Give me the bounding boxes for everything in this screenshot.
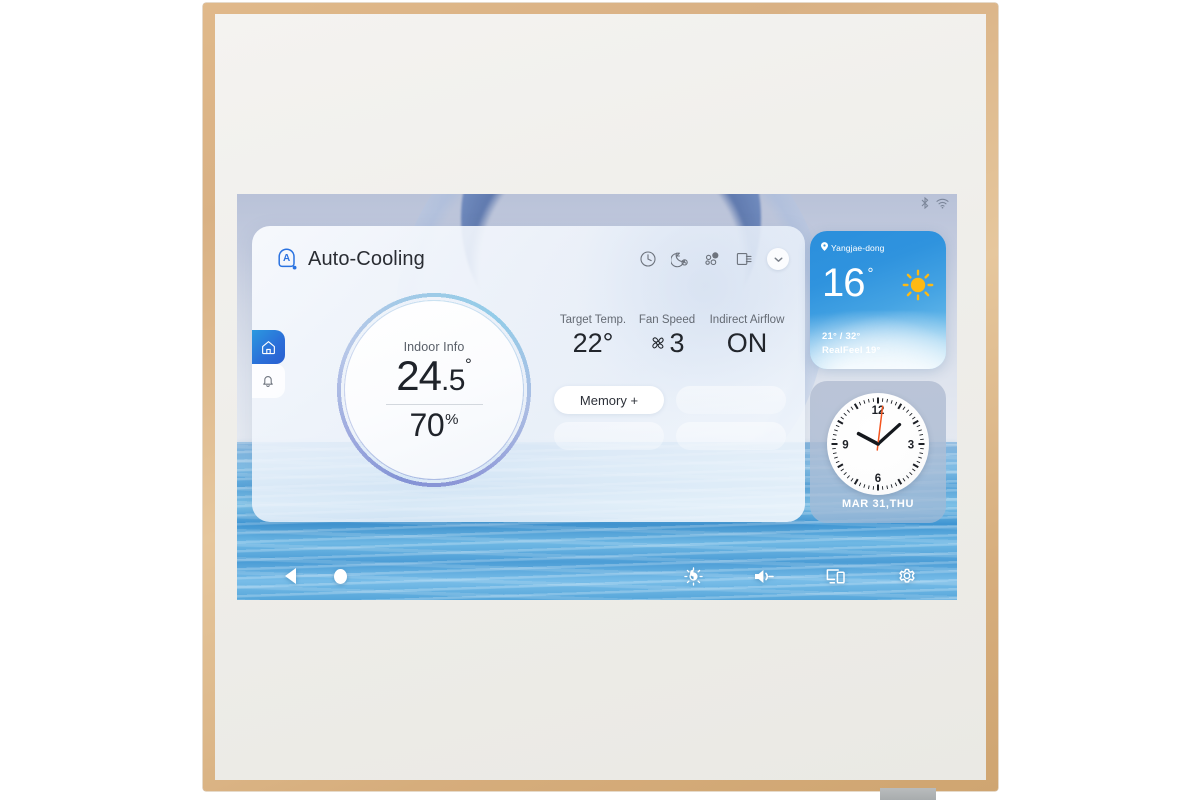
back-triangle-icon[interactable] [285,568,296,584]
control-value-target-temp[interactable]: 22° [554,328,632,360]
indoor-temp-unit: ° [464,354,472,374]
control-label-fan-speed: Fan Speed [638,314,696,326]
indoor-temperature: 24 .5 ° [396,351,472,399]
header-actions [639,248,789,270]
preset-slot-2[interactable] [676,386,786,414]
climate-control-card: A Auto-Cooling Indoor Info 24 .5 ° 70 % … [252,226,805,522]
memory-add-label: Memory + [579,392,639,408]
control-label-target-temp: Target Temp. [559,314,627,326]
weather-location-label: Yangjae-dong [831,242,885,253]
clock-face: 12 3 6 9 [827,393,929,495]
home-dot-icon[interactable] [334,568,347,584]
indoor-temp-integer: 24 [396,351,442,399]
control-values-row: 22° 3 ON [554,328,792,360]
wifi-icon [936,198,949,209]
chevron-down-icon[interactable] [767,248,789,270]
clock-minute-hand [876,422,902,446]
device-screen: A Auto-Cooling Indoor Info 24 .5 ° 70 % … [237,194,957,600]
device-stand [880,788,936,800]
indoor-humidity-unit: % [445,410,459,428]
bell-icon [260,373,276,389]
dial-face: Indoor Info 24 .5 ° 70 % [345,301,523,479]
screenshot-stage: A Auto-Cooling Indoor Info 24 .5 ° 70 % … [0,0,1200,800]
clock-center-pin [876,442,880,446]
indoor-temp-decimal: .5 [440,363,466,397]
moon-sleep-icon[interactable] [671,250,689,268]
clock-icon[interactable] [639,250,657,268]
fan-icon [649,328,667,360]
control-readouts: Target Temp. Fan Speed Indirect Airflow … [554,314,792,360]
volume-icon[interactable] [753,567,775,586]
control-value-fan-speed[interactable]: 3 [632,328,702,360]
sidebar-item-home[interactable] [252,330,285,364]
weather-widget[interactable]: Yangjae-dong 16 ° 21° / 32° RealFeel 19° [810,231,946,369]
indoor-humidity: 70 % [410,409,459,441]
settings-bubbles-icon[interactable] [703,250,721,268]
indoor-info-dial[interactable]: Indoor Info 24 .5 ° 70 % [328,284,540,496]
status-bar [921,197,949,209]
weather-realfeel: RealFeel 19° [822,345,881,356]
auto-mode-icon: A [276,247,298,271]
map-pin-icon [821,242,828,253]
sidebar-item-notifications[interactable] [252,364,285,398]
indoor-humidity-value: 70 [409,406,445,443]
control-labels-row: Target Temp. Fan Speed Indirect Airflow [554,314,792,326]
weather-high-low: 21° / 32° [822,331,861,342]
card-header: A Auto-Cooling [276,245,789,273]
dial-divider [385,403,483,405]
preset-slot-3[interactable] [554,422,664,450]
airflow-panel-icon[interactable] [735,250,753,268]
control-value-indirect-airflow[interactable]: ON [702,328,792,360]
clock-numeral-6: 6 [875,473,881,485]
brightness-icon[interactable] [684,566,703,586]
left-sidebar [252,330,285,398]
screen-mirror-icon[interactable] [825,567,847,586]
clock-numeral-3: 3 [908,439,914,451]
memory-add-button[interactable]: Memory + [554,386,664,414]
svg-text:A: A [283,253,290,264]
home-icon [260,339,277,356]
clock-widget[interactable]: 12 3 6 9 MAR 31,THU [810,381,946,523]
bluetooth-icon [921,197,929,209]
nav-left-group [285,552,347,600]
weather-temp-degree: ° [867,265,874,282]
fan-speed-value: 3 [669,328,685,358]
analog-clock: 12 3 6 9 [831,397,925,491]
clock-hour-hand [856,431,880,446]
preset-slot-4[interactable] [676,422,786,450]
control-label-indirect-airflow: Indirect Airflow [709,314,785,326]
clock-date: MAR 31,THU [841,498,914,510]
preset-grid: Memory + [554,386,796,450]
weather-temperature: 16 ° [822,263,874,303]
weather-temp-value: 16 [822,261,865,305]
gear-icon[interactable] [897,566,917,586]
page-title: Auto-Cooling [308,247,425,270]
bottom-navigation-bar [237,552,957,600]
nav-right-group [684,552,917,600]
sun-icon [902,269,934,301]
weather-location: Yangjae-dong [821,242,885,253]
clock-numeral-9: 9 [842,439,848,451]
